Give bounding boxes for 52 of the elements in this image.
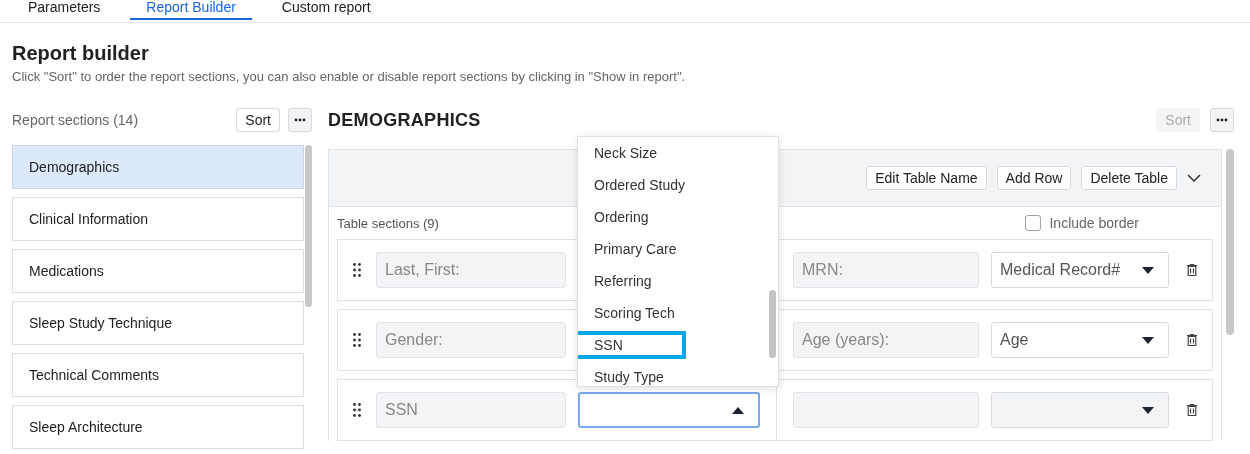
caret-icon <box>1142 406 1154 414</box>
select-field[interactable] <box>578 392 760 428</box>
page-description: Click "Sort" to order the report sections, you can also enable or disable report sections by clicking in "Show in report". <box>12 68 687 85</box>
tab[interactable]: Parameters <box>12 0 117 20</box>
checkbox-label: Include border <box>1049 215 1139 231</box>
chevron-down-icon[interactable] <box>1187 174 1201 182</box>
trash-icon[interactable] <box>1187 404 1197 416</box>
more-icon <box>1216 118 1228 122</box>
more-button[interactable] <box>1210 108 1234 132</box>
section-item[interactable]: Technical Comments <box>12 353 304 397</box>
trash-icon[interactable] <box>1187 264 1197 276</box>
caret-icon <box>1142 336 1154 344</box>
sidebar-heading: Report sections (14) <box>12 112 140 128</box>
drag-handle-icon[interactable] <box>353 333 361 347</box>
table-action-button[interactable]: Delete Table <box>1081 166 1177 190</box>
select-value: Medical Record# <box>1000 261 1122 279</box>
section-item[interactable]: Demographics <box>12 145 304 189</box>
dropdown-option[interactable]: Primary Care <box>578 233 778 265</box>
table-action-button[interactable]: Add Row <box>996 166 1072 190</box>
section-item[interactable]: Sleep Study Technique <box>12 301 304 345</box>
more-button[interactable] <box>288 108 312 132</box>
select-field[interactable]: Medical Record# <box>991 252 1169 288</box>
sort-button[interactable]: Sort <box>236 108 280 132</box>
section-item[interactable]: Clinical Information <box>12 197 304 241</box>
select-field[interactable]: Age <box>991 322 1169 358</box>
tab[interactable]: Custom report <box>265 0 387 20</box>
drag-handle-icon[interactable] <box>353 403 361 417</box>
section-title: DEMOGRAPHICS <box>328 109 482 131</box>
page-title: Report builder <box>12 41 150 66</box>
section-item[interactable]: Sleep Architecture <box>12 405 304 449</box>
more-icon <box>294 118 306 122</box>
scrollbar-thumb[interactable] <box>769 290 776 358</box>
caret-icon <box>1142 266 1154 274</box>
caret-icon <box>732 406 744 414</box>
table-sections-label: Table sections (9) <box>337 215 439 231</box>
trash-icon[interactable] <box>1187 334 1197 346</box>
dropdown-option[interactable]: Scoring Tech <box>578 297 778 329</box>
drag-handle-icon[interactable] <box>353 263 361 277</box>
scrollbar-thumb[interactable] <box>1226 149 1234 335</box>
dropdown-option[interactable]: Ordered Study <box>578 169 778 201</box>
dropdown-option[interactable]: Study Type <box>578 361 778 386</box>
section-item[interactable]: Medications <box>12 249 304 293</box>
dropdown-option[interactable]: Ordering <box>578 201 778 233</box>
label-field[interactable] <box>793 392 979 428</box>
scrollbar-thumb[interactable] <box>305 145 312 307</box>
checkbox[interactable] <box>1025 215 1042 231</box>
dropdown-option[interactable]: SSN <box>578 331 686 359</box>
table-action-button[interactable]: Edit Table Name <box>866 166 987 190</box>
tab[interactable]: Report Builder <box>130 0 252 20</box>
select-value: Age <box>1000 331 1030 349</box>
dropdown-option[interactable]: Referring <box>578 265 778 297</box>
dropdown-option[interactable]: Neck Size <box>578 137 778 169</box>
